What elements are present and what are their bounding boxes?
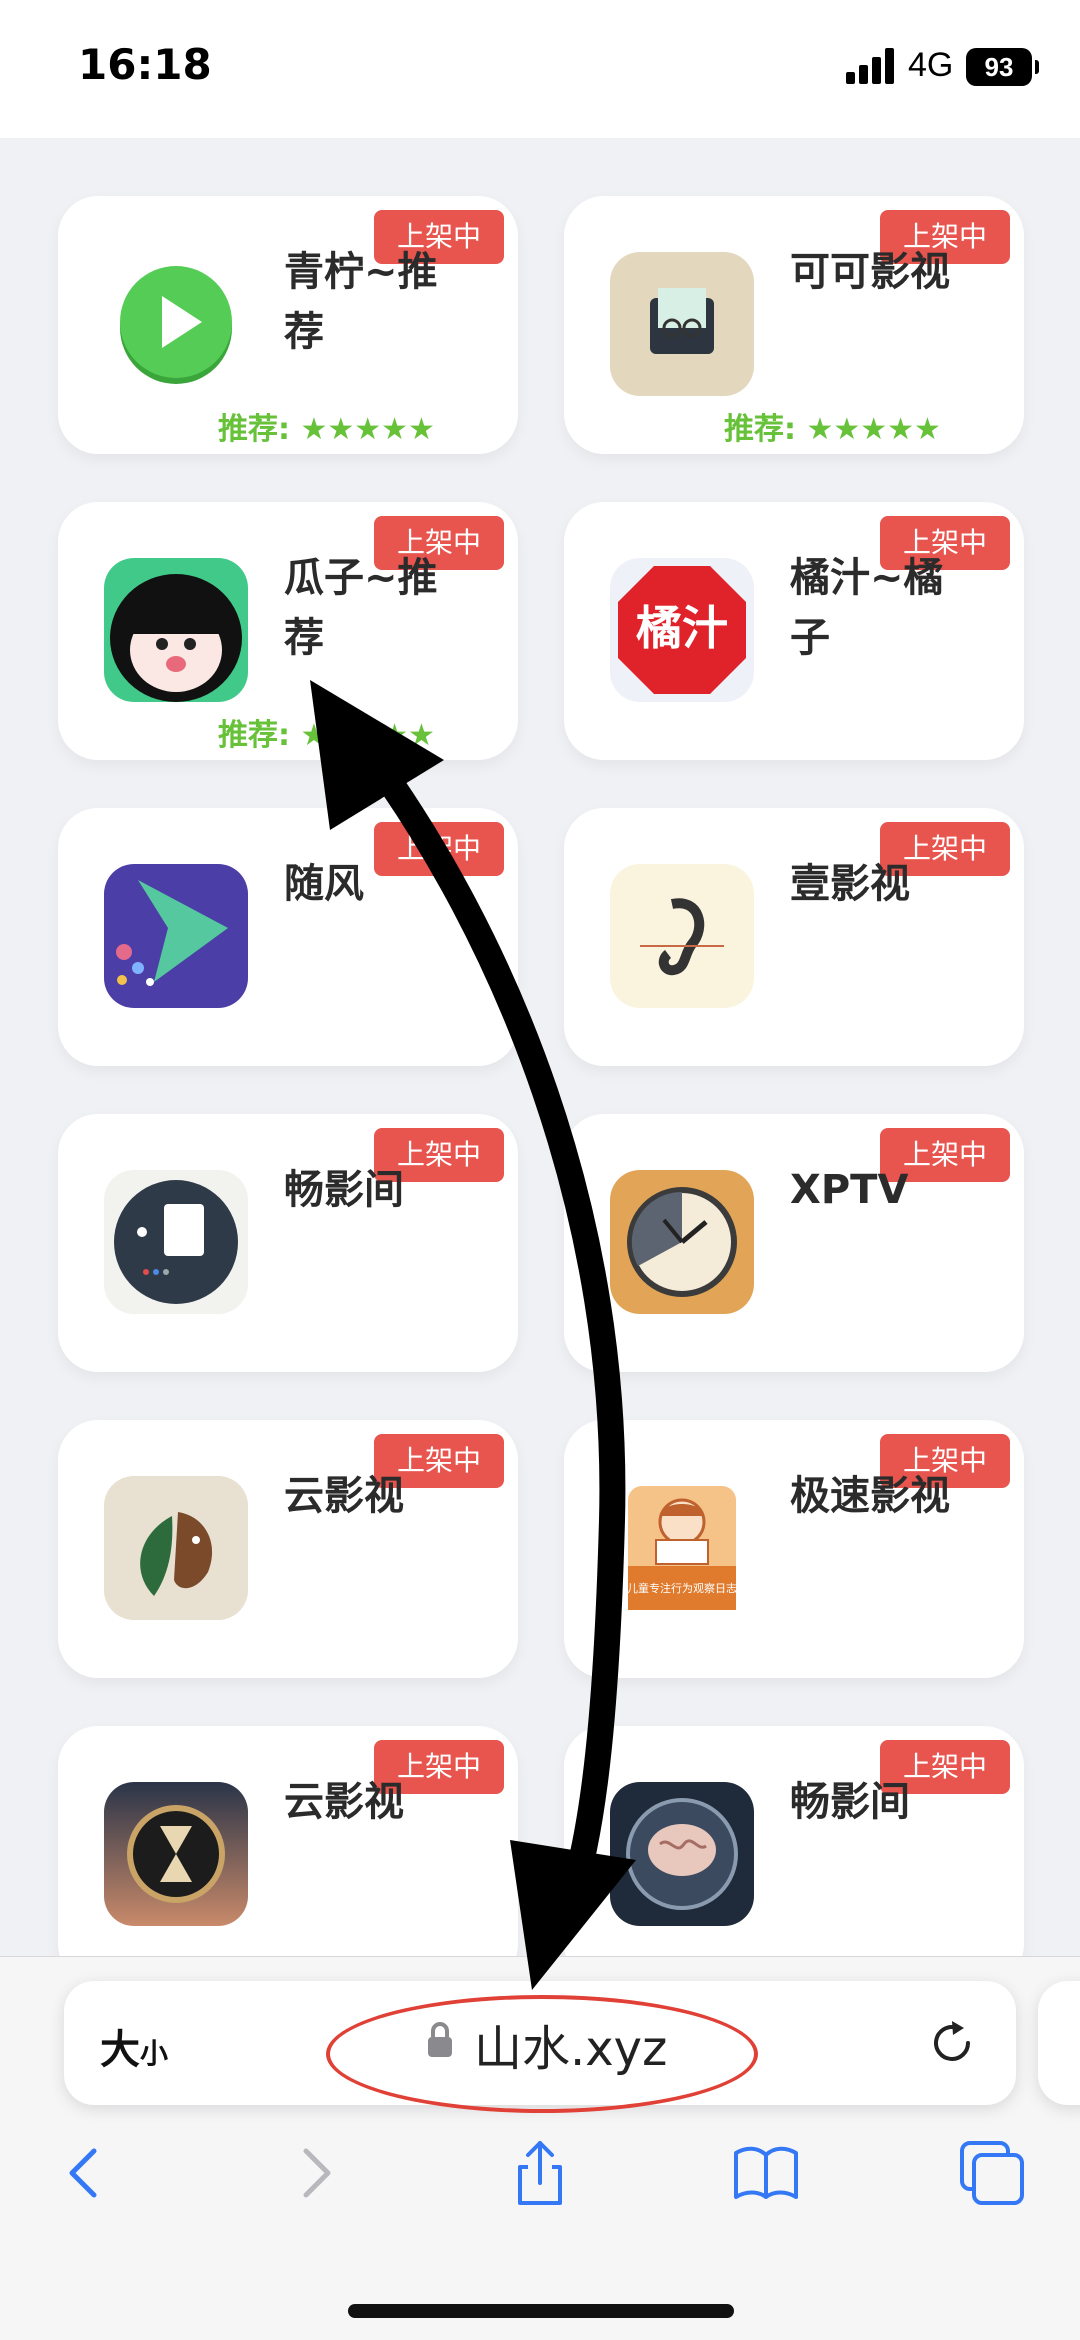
app-grid: 上架中 青柠~推荐 推荐: ★★★★★ 上架中 可可影视 推荐: ★★★★★ 上…	[0, 138, 1080, 1956]
text-size-big-label: 大	[100, 2027, 140, 2073]
cartoon-face-icon	[104, 558, 248, 702]
brain-icon	[610, 1782, 754, 1926]
rating: 推荐: ★★★★★	[724, 412, 941, 447]
network-type: 4G	[908, 46, 954, 84]
battery-icon: 93	[966, 48, 1039, 86]
share-icon[interactable]	[504, 2137, 576, 2209]
tabs-icon[interactable]	[956, 2137, 1028, 2209]
annotation-circle	[326, 1995, 758, 2113]
app-card[interactable]: 上架中 青柠~推荐 推荐: ★★★★★	[58, 196, 518, 454]
rating: 推荐: ★★★★★	[218, 412, 435, 447]
ear-icon	[610, 864, 754, 1008]
app-name: 可可影视	[790, 249, 950, 295]
app-card[interactable]: 上架中 云影视	[58, 1420, 518, 1678]
app-card[interactable]: 上架中 畅影间	[564, 1726, 1024, 1956]
app-card[interactable]: 上架中 可可影视 推荐: ★★★★★	[564, 196, 1024, 454]
app-card[interactable]: 上架中 随风	[58, 808, 518, 1066]
app-name: 橘汁~橘子	[790, 555, 944, 661]
signal-icon	[846, 48, 898, 84]
app-name: 云影视	[284, 1473, 404, 1519]
bookmarks-icon[interactable]	[730, 2137, 802, 2209]
app-name: 云影视	[284, 1779, 404, 1825]
text-size-button[interactable]: 大小	[100, 2017, 168, 2075]
green-play-icon	[104, 252, 248, 396]
status-time: 16:18	[78, 40, 212, 89]
red-octagon-icon: 橘汁	[610, 558, 754, 702]
app-name: 瓜子~推荐	[284, 555, 438, 661]
app-name: 畅影间	[790, 1779, 910, 1825]
app-name: 青柠~推荐	[284, 249, 438, 355]
svg-text:橘汁: 橘汁	[636, 601, 728, 655]
app-name: 壹影视	[790, 861, 910, 907]
browser-toolbar: 大小 山水.xyz	[0, 1956, 1080, 2340]
app-name: 极速影视	[790, 1473, 950, 1519]
reading-child-icon: 儿童专注行为观察日志	[610, 1476, 754, 1620]
back-icon[interactable]	[48, 2137, 120, 2209]
app-card[interactable]: 上架中 畅影间	[58, 1114, 518, 1372]
app-card[interactable]: 上架中 XPTV	[564, 1114, 1024, 1372]
rating: 推荐: ★★★★★	[218, 718, 435, 753]
leaf-animal-icon	[104, 1476, 248, 1620]
app-name: 畅影间	[284, 1167, 404, 1213]
hourglass-icon	[104, 1782, 248, 1926]
app-name: XPTV	[790, 1167, 909, 1213]
home-indicator	[348, 2304, 734, 2318]
svg-text:儿童专注行为观察日志: 儿童专注行为观察日志	[627, 1581, 737, 1595]
app-name: 随风	[284, 861, 364, 907]
text-size-small-label: 小	[140, 2037, 169, 2070]
status-bar: 16:18 4G 93	[0, 0, 1080, 138]
app-card[interactable]: 上架中 云影视	[58, 1726, 518, 1956]
next-tab-peek[interactable]	[1038, 1981, 1080, 2105]
document-circle-icon	[104, 1170, 248, 1314]
app-card[interactable]: 上架中 儿童专注行为观察日志 极速影视	[564, 1420, 1024, 1678]
forward-icon[interactable]	[280, 2137, 352, 2209]
reload-icon[interactable]	[926, 2017, 978, 2069]
glasses-tv-icon	[610, 252, 754, 396]
app-card[interactable]: 上架中 橘汁 橘汁~橘子	[564, 502, 1024, 760]
purple-play-icon	[104, 864, 248, 1008]
app-card[interactable]: 上架中 瓜子~推荐 推荐: ★★★★★	[58, 502, 518, 760]
app-card[interactable]: 上架中 壹影视	[564, 808, 1024, 1066]
clock-icon	[610, 1170, 754, 1314]
